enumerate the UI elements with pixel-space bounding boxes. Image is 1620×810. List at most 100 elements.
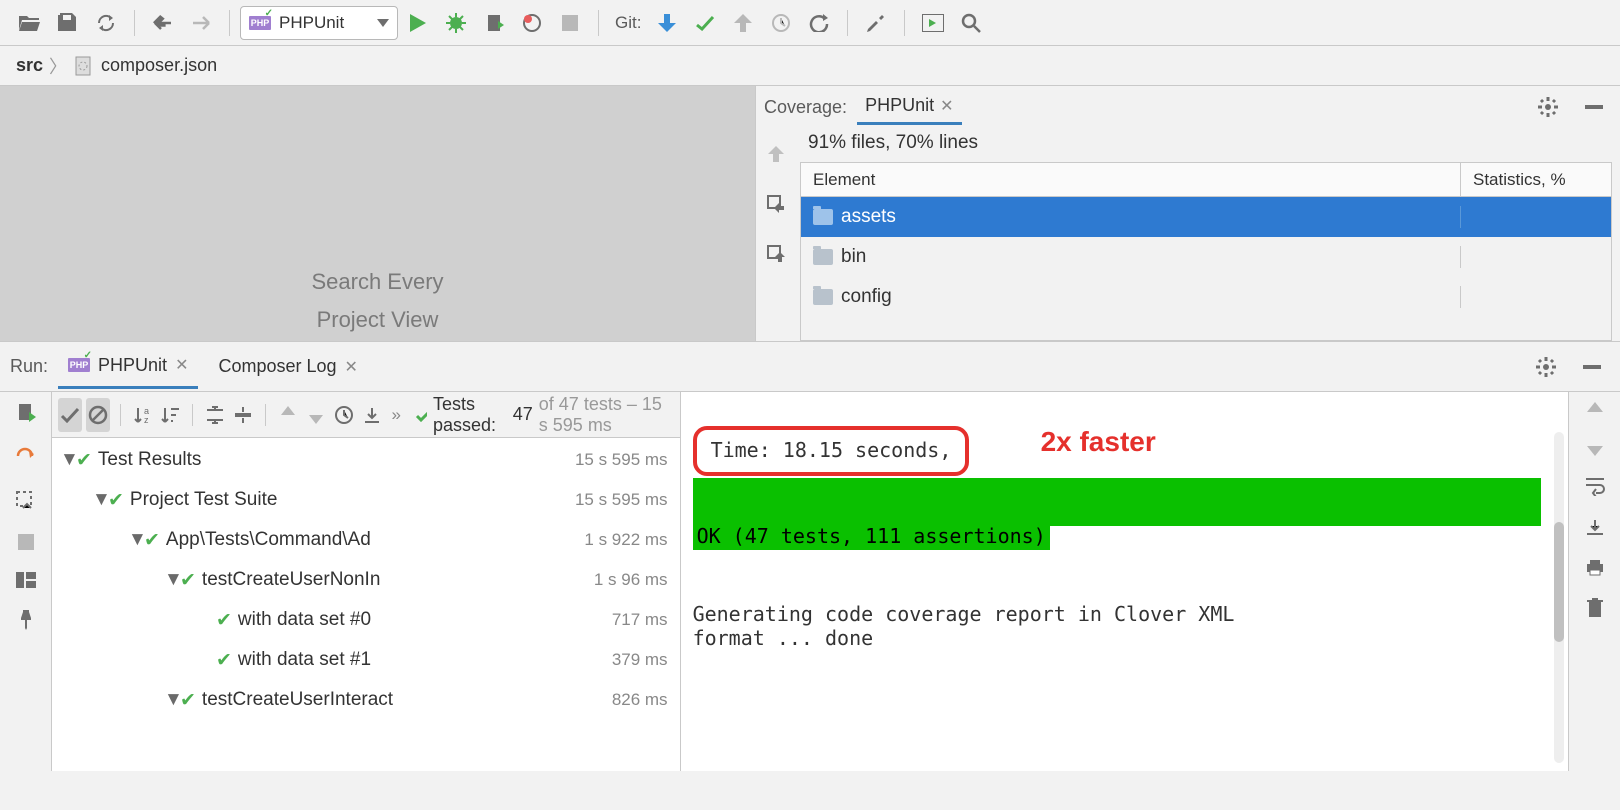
chevron-down-icon[interactable]: ▼ xyxy=(164,689,180,711)
toggle-autotest-icon[interactable] xyxy=(15,490,37,512)
autoscroll-icon[interactable] xyxy=(758,236,794,272)
close-icon[interactable]: ✕ xyxy=(175,355,188,375)
console-text: Generating code coverage report in Clove… xyxy=(693,602,1235,650)
check-icon: ✔ xyxy=(216,649,232,672)
run-anything-icon[interactable] xyxy=(915,5,951,41)
scroll-up-icon[interactable] xyxy=(1587,402,1603,418)
sort-alpha-icon[interactable]: az xyxy=(131,398,155,432)
show-passed-icon[interactable] xyxy=(58,398,82,432)
folder-icon xyxy=(813,249,833,265)
chevron-down-icon[interactable]: ▼ xyxy=(60,449,76,471)
layout-icon[interactable] xyxy=(16,572,36,588)
up-icon[interactable] xyxy=(758,136,794,172)
close-icon[interactable]: ✕ xyxy=(940,96,953,116)
next-failed-icon[interactable] xyxy=(304,398,328,432)
git-pull-icon[interactable] xyxy=(649,5,685,41)
rerun-coverage-icon[interactable] xyxy=(15,402,37,424)
expand-all-icon[interactable] xyxy=(203,398,227,432)
stop-icon[interactable] xyxy=(18,534,34,550)
run-tab-composer[interactable]: Composer Log ✕ xyxy=(208,346,367,387)
save-all-icon[interactable] xyxy=(50,5,86,41)
breadcrumb-root[interactable]: src xyxy=(16,55,43,76)
coverage-row[interactable]: assets xyxy=(801,197,1611,237)
hint-search: Search Every xyxy=(311,269,443,295)
coverage-gutter xyxy=(756,128,796,341)
col-statistics[interactable]: Statistics, % xyxy=(1461,163,1611,196)
col-element[interactable]: Element xyxy=(801,163,1461,196)
settings-icon[interactable] xyxy=(858,5,894,41)
coverage-row[interactable]: bin xyxy=(801,237,1611,277)
run-tab-label: PHPUnit xyxy=(98,355,167,376)
results-toolbar: az » Tests passed: 47 of 47 tests – 15 s… xyxy=(52,392,680,438)
profile-icon[interactable] xyxy=(514,5,550,41)
scrollbar-thumb[interactable] xyxy=(1554,522,1564,642)
soft-wrap-icon[interactable] xyxy=(1584,478,1606,496)
tree-row[interactable]: ▼✔App\Tests\Command\Ad1 s 922 ms xyxy=(52,520,680,560)
tree-row[interactable]: ▼✔Project Test Suite15 s 595 ms xyxy=(52,480,680,520)
sort-duration-icon[interactable] xyxy=(159,398,183,432)
tree-row[interactable]: ▼✔Test Results15 s 595 ms xyxy=(52,440,680,480)
phpunit-icon: PHP xyxy=(68,358,90,372)
breadcrumb-file[interactable]: composer.json xyxy=(101,55,217,76)
git-rollback-icon[interactable] xyxy=(801,5,837,41)
coverage-panel: Coverage: PHPUnit ✕ 91% files, 70% lines… xyxy=(755,86,1620,341)
scrollbar[interactable] xyxy=(1554,432,1564,763)
chevron-down-icon[interactable]: ▼ xyxy=(164,569,180,591)
rerun-failed-icon[interactable] xyxy=(15,446,37,468)
chevron-down-icon[interactable]: ▼ xyxy=(128,529,144,551)
git-commit-icon[interactable] xyxy=(687,5,723,41)
run-tab-phpunit[interactable]: PHP PHPUnit ✕ xyxy=(58,345,198,389)
tree-row[interactable]: ▼✔testCreateUserInteract826 ms xyxy=(52,680,680,720)
tree-row[interactable]: ▼✔testCreateUserNonIn1 s 96 ms xyxy=(52,560,680,600)
run-label: Run: xyxy=(10,356,48,377)
test-history-icon[interactable] xyxy=(332,398,356,432)
gear-icon[interactable] xyxy=(1528,349,1564,385)
search-icon[interactable] xyxy=(953,5,989,41)
tree-row[interactable]: ✔with data set #1379 ms xyxy=(52,640,680,680)
check-icon: ✔ xyxy=(76,449,92,472)
back-icon[interactable] xyxy=(145,5,181,41)
forward-icon[interactable] xyxy=(183,5,219,41)
phpunit-icon: PHP xyxy=(249,16,271,30)
row-name: config xyxy=(841,286,892,308)
print-icon[interactable] xyxy=(1585,558,1605,576)
coverage-body: 91% files, 70% lines Element Statistics,… xyxy=(756,128,1620,341)
minimize-icon[interactable] xyxy=(1574,349,1610,385)
coverage-icon[interactable] xyxy=(476,5,512,41)
status-suffix: of 47 tests – 15 s 595 ms xyxy=(539,394,674,436)
console-wrap: Time: 18.15 seconds, 2x faster OK (47 te… xyxy=(681,392,1620,771)
run-config-label: PHPUnit xyxy=(279,13,344,33)
coverage-row[interactable]: config xyxy=(801,277,1611,317)
refresh-icon[interactable] xyxy=(88,5,124,41)
prev-failed-icon[interactable] xyxy=(276,398,300,432)
pin-icon[interactable] xyxy=(17,610,35,630)
gear-icon[interactable] xyxy=(1530,89,1566,125)
git-history-icon[interactable] xyxy=(763,5,799,41)
minimize-icon[interactable] xyxy=(1576,89,1612,125)
debug-icon[interactable] xyxy=(438,5,474,41)
clear-icon[interactable] xyxy=(1587,598,1603,618)
close-icon[interactable]: ✕ xyxy=(345,357,358,377)
tree-row[interactable]: ✔with data set #0717 ms xyxy=(52,600,680,640)
coverage-tab[interactable]: PHPUnit ✕ xyxy=(857,89,961,125)
more-icon[interactable]: » xyxy=(387,405,404,425)
results-tree[interactable]: ▼✔Test Results15 s 595 ms ▼✔Project Test… xyxy=(52,438,680,771)
run-configuration-dropdown[interactable]: PHP PHPUnit xyxy=(240,6,398,40)
git-push-icon[interactable] xyxy=(725,5,761,41)
coverage-summary: 91% files, 70% lines xyxy=(796,128,1620,162)
scroll-to-end-icon[interactable] xyxy=(1585,518,1605,536)
chevron-down-icon[interactable]: ▼ xyxy=(92,489,108,511)
stop-icon[interactable] xyxy=(552,5,588,41)
open-icon[interactable] xyxy=(12,5,48,41)
annotation-label: 2x faster xyxy=(1041,426,1156,458)
show-ignored-icon[interactable] xyxy=(86,398,110,432)
scroll-down-icon[interactable] xyxy=(1587,440,1603,456)
run-panel-header: Run: PHP PHPUnit ✕ Composer Log ✕ xyxy=(0,341,1620,391)
row-name: assets xyxy=(841,206,896,228)
collapse-all-icon[interactable] xyxy=(231,398,255,432)
folder-icon xyxy=(813,289,833,305)
console-output[interactable]: Time: 18.15 seconds, 2x faster OK (47 te… xyxy=(681,392,1568,771)
import-tests-icon[interactable] xyxy=(360,398,384,432)
flatten-icon[interactable] xyxy=(758,186,794,222)
run-icon[interactable] xyxy=(400,5,436,41)
